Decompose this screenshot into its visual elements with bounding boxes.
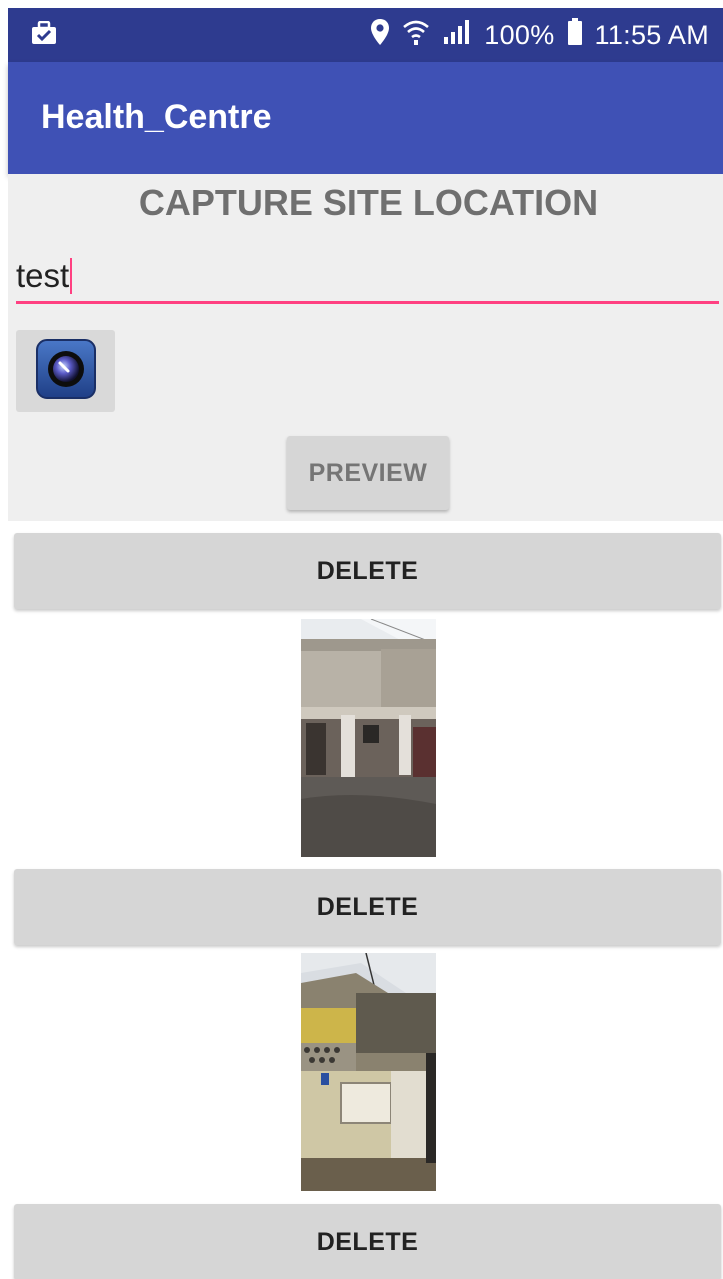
battery-icon (567, 17, 583, 53)
briefcase-check-icon (30, 20, 58, 50)
section-title: CAPTURE SITE LOCATION (138, 182, 599, 223)
app-title: Health_Centre (41, 98, 272, 136)
site-name-input[interactable]: test (16, 250, 719, 304)
delete-button[interactable]: DELETE (14, 1204, 721, 1279)
site-name-input-value: test (16, 256, 70, 294)
site-photo (301, 953, 436, 1191)
site-photo (301, 619, 436, 857)
wifi-icon (402, 18, 430, 53)
text-cursor (70, 257, 73, 294)
battery-percentage: 100% (484, 19, 555, 50)
camera-icon (35, 338, 97, 405)
preview-button[interactable]: PREVIEW (287, 436, 449, 510)
app-bar: Health_Centre (8, 62, 723, 174)
delete-button[interactable]: DELETE (14, 533, 721, 609)
screen: 100% 11:55 AM Health_Centre CAPTURE SITE… (0, 0, 723, 1279)
camera-button[interactable] (16, 330, 115, 412)
delete-button[interactable]: DELETE (14, 869, 721, 945)
clock: 11:55 AM (594, 19, 709, 50)
location-pin-icon (370, 18, 390, 53)
status-bar: 100% 11:55 AM (8, 8, 723, 62)
signal-icon (442, 19, 472, 52)
